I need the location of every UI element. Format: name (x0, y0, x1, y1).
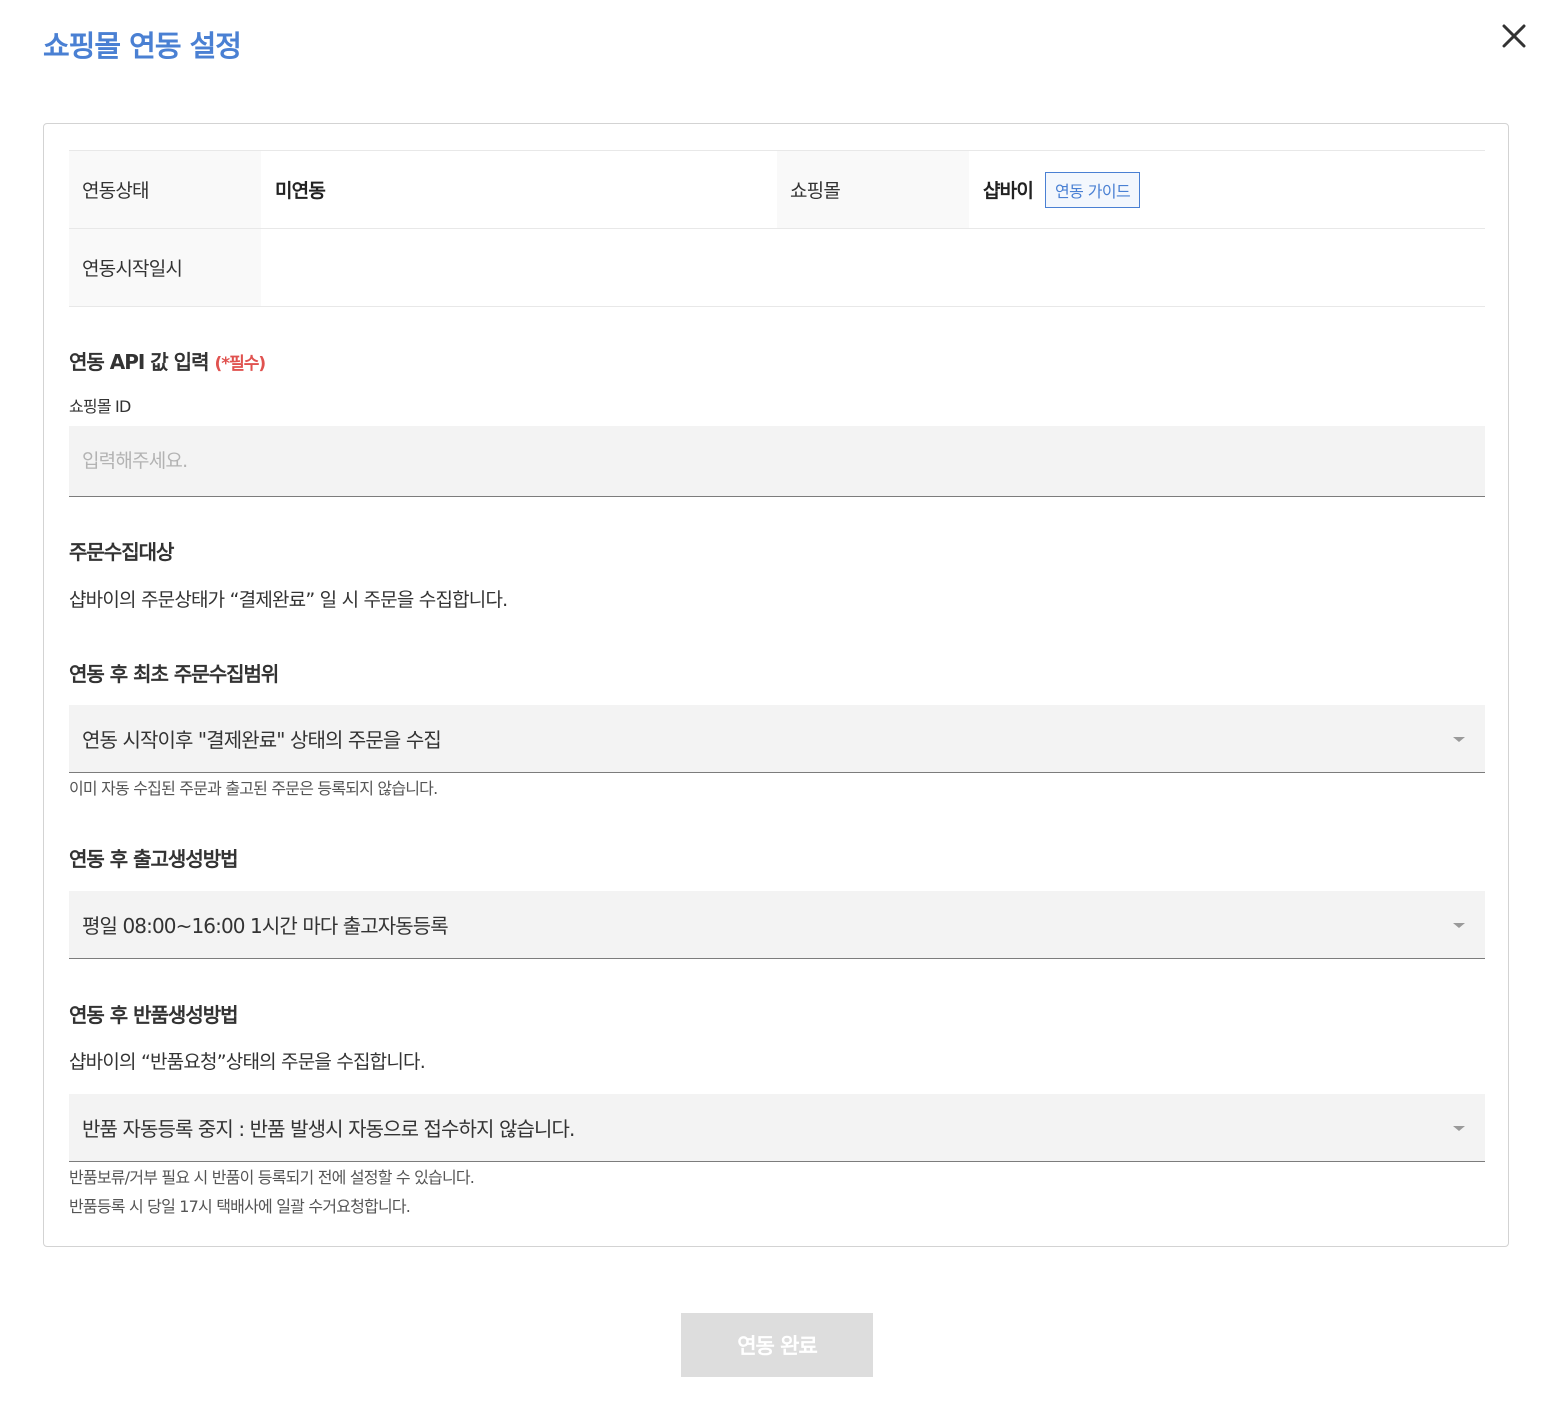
submit-button[interactable]: 연동 완료 (681, 1313, 873, 1377)
guide-button[interactable]: 연동 가이드 (1045, 171, 1141, 208)
returns-select[interactable]: 반품 자동등록 중지 : 반품 발생시 자동으로 접수하지 않습니다. (69, 1094, 1485, 1162)
returns-note-2: 반품등록 시 당일 17시 택배사에 일괄 수거요청합니다. (69, 1197, 411, 1216)
order-target-description: 샵바이의 주문상태가 “결제완료” 일 시 주문을 수집합니다. (69, 589, 508, 611)
initial-range-select[interactable]: 연동 시작이후 "결제완료" 상태의 주문을 수집 (69, 705, 1485, 773)
chevron-down-icon (1453, 1125, 1465, 1131)
initial-range-selected: 연동 시작이후 "결제완료" 상태의 주문을 수집 (82, 728, 442, 752)
shipment-select[interactable]: 평일 08:00~16:00 1시간 마다 출고자동등록 (69, 891, 1485, 959)
initial-range-heading: 연동 후 최초 주문수집범위 (69, 662, 279, 686)
returns-description: 샵바이의 “반품요청”상태의 주문을 수집합니다. (69, 1051, 426, 1073)
mall-id-input[interactable] (69, 426, 1485, 497)
info-table: 연동상태 미연동 쇼핑몰 샵바이 연동 가이드 연동시작일시 (69, 150, 1485, 307)
settings-panel: 연동상태 미연동 쇼핑몰 샵바이 연동 가이드 연동시작일시 연동 API 값 … (43, 123, 1509, 1247)
close-icon[interactable] (1498, 20, 1530, 52)
initial-range-note: 이미 자동 수집된 주문과 출고된 주문은 등록되지 않습니다. (69, 779, 438, 798)
mall-cell: 샵바이 연동 가이드 (969, 151, 1485, 228)
required-mark: (*필수) (214, 354, 266, 374)
mall-value: 샵바이 (983, 180, 1034, 202)
shipment-heading: 연동 후 출고생성방법 (69, 847, 239, 871)
chevron-down-icon (1453, 736, 1465, 742)
api-heading: 연동 API 값 입력 (*필수) (69, 348, 266, 378)
shipment-selected: 평일 08:00~16:00 1시간 마다 출고자동등록 (82, 914, 449, 938)
mall-id-label: 쇼핑몰 ID (69, 397, 131, 416)
start-value (261, 229, 1485, 306)
chevron-down-icon (1453, 922, 1465, 928)
mall-label: 쇼핑몰 (777, 151, 969, 228)
status-label: 연동상태 (69, 151, 261, 228)
status-value: 미연동 (275, 180, 326, 202)
info-row-start: 연동시작일시 (69, 229, 1485, 307)
order-target-heading: 주문수집대상 (69, 540, 174, 564)
modal-title: 쇼핑몰 연동 설정 (43, 29, 242, 63)
returns-note-1: 반품보류/거부 필요 시 반품이 등록되기 전에 설정할 수 있습니다. (69, 1168, 475, 1187)
returns-heading: 연동 후 반품생성방법 (69, 1003, 239, 1027)
returns-selected: 반품 자동등록 중지 : 반품 발생시 자동으로 접수하지 않습니다. (82, 1117, 575, 1141)
info-row-status: 연동상태 미연동 쇼핑몰 샵바이 연동 가이드 (69, 151, 1485, 229)
api-heading-text: 연동 API 값 입력 (69, 350, 209, 374)
start-label: 연동시작일시 (69, 229, 261, 306)
